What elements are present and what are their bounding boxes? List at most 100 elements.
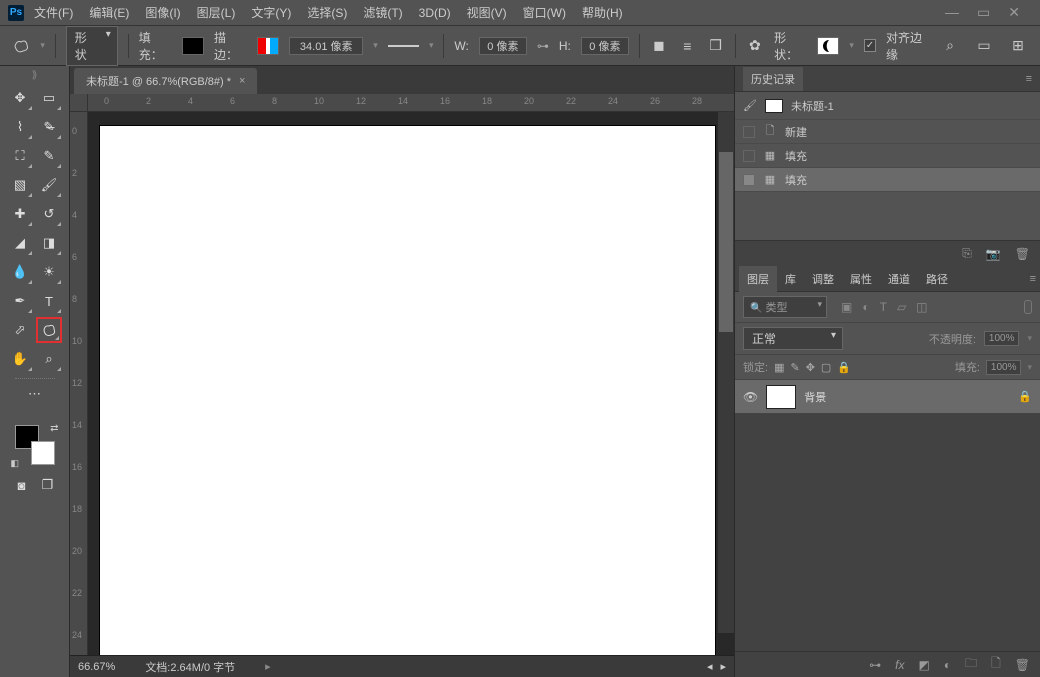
custom-shape-preview[interactable]: [817, 37, 839, 55]
visibility-icon[interactable]: 👁: [743, 390, 758, 404]
trash-icon[interactable]: 🗑: [1015, 247, 1030, 261]
path-op-icon[interactable]: ◼: [650, 36, 668, 56]
toolbox-expand-icon[interactable]: ⟫: [32, 70, 38, 81]
close-tab-icon[interactable]: ×: [239, 75, 245, 87]
share-icon[interactable]: ▭: [974, 36, 994, 56]
blend-mode-select[interactable]: 正常: [743, 327, 843, 350]
move-tool[interactable]: ✥: [7, 85, 33, 111]
lock-brush-icon[interactable]: ✎: [790, 361, 799, 374]
adjustment-layer-icon[interactable]: ◐: [944, 658, 951, 672]
tab-adjustments[interactable]: 调整: [804, 266, 842, 292]
menu-filter[interactable]: 滤镜(T): [357, 1, 408, 24]
menu-image[interactable]: 图像(I): [139, 1, 186, 24]
menu-select[interactable]: 选择(S): [301, 1, 353, 24]
dodge-tool[interactable]: ☀: [36, 259, 62, 285]
quickmask-icon[interactable]: ◙: [12, 475, 32, 495]
scroll-right-icon[interactable]: ▸: [720, 660, 726, 673]
tab-properties[interactable]: 属性: [842, 266, 880, 292]
menu-3d[interactable]: 3D(D): [413, 3, 457, 23]
menu-window[interactable]: 窗口(W): [517, 1, 572, 24]
lock-pixels-icon[interactable]: ▦: [774, 361, 784, 374]
new-layer-icon[interactable]: 🗋: [991, 654, 1001, 675]
healing-tool[interactable]: ✚: [7, 201, 33, 227]
delete-layer-icon[interactable]: 🗑: [1015, 658, 1030, 672]
frame-tool[interactable]: ▧: [7, 172, 33, 198]
scroll-left-icon[interactable]: ◂: [707, 660, 713, 673]
menu-view[interactable]: 视图(V): [461, 1, 513, 24]
type-tool[interactable]: T: [36, 288, 62, 314]
maximize-icon[interactable]: ▭: [977, 4, 990, 21]
history-step[interactable]: ▦ 填充: [735, 168, 1040, 192]
screenmode-icon[interactable]: ❐: [38, 475, 58, 495]
edit-toolbar[interactable]: ⋯: [22, 381, 48, 407]
layer-name[interactable]: 背景: [804, 389, 826, 405]
gradient-tool[interactable]: ◨: [36, 230, 62, 256]
ruler-origin[interactable]: [70, 94, 88, 112]
quick-select-tool[interactable]: ✎̶: [36, 114, 62, 140]
search-icon[interactable]: ⌕: [940, 36, 960, 56]
close-icon[interactable]: ✕: [1008, 4, 1020, 21]
filter-type-icon[interactable]: T: [880, 300, 887, 314]
doc-info[interactable]: 文档:2.64M/0 字节: [145, 659, 235, 675]
history-step[interactable]: 🗋 新建: [735, 120, 1040, 144]
hand-tool[interactable]: ✋: [7, 346, 33, 372]
menu-help[interactable]: 帮助(H): [576, 1, 629, 24]
marquee-tool[interactable]: ▭: [36, 85, 62, 111]
panel-menu-icon[interactable]: ≡: [1026, 73, 1032, 85]
eyedropper-tool[interactable]: ✎: [36, 143, 62, 169]
fill-opacity-value[interactable]: 100%: [986, 360, 1022, 375]
layer-filter-select[interactable]: 类型: [743, 296, 827, 318]
filter-shape-icon[interactable]: ▱: [897, 300, 906, 314]
group-icon[interactable]: 🗀: [965, 654, 977, 675]
lock-all-icon[interactable]: 🔒: [837, 361, 851, 374]
pen-tool[interactable]: ✒: [7, 288, 33, 314]
history-document-row[interactable]: 🖌 未标题-1: [735, 92, 1040, 120]
swap-colors-icon[interactable]: ⇄: [50, 423, 58, 434]
minimize-icon[interactable]: —: [945, 4, 959, 21]
stroke-width-input[interactable]: [289, 37, 363, 55]
height-input[interactable]: [581, 37, 629, 55]
vertical-scrollbar[interactable]: [718, 112, 734, 633]
arrange-icon[interactable]: ❒: [706, 36, 724, 56]
tab-channels[interactable]: 通道: [880, 266, 918, 292]
history-step[interactable]: ▦ 填充: [735, 144, 1040, 168]
canvas[interactable]: [100, 126, 715, 655]
camera-icon[interactable]: 📷: [986, 247, 1001, 261]
opacity-value[interactable]: 100%: [984, 331, 1020, 346]
default-colors-icon[interactable]: ◧: [11, 458, 20, 469]
horizontal-ruler[interactable]: 024681012141618202224262830: [88, 94, 734, 112]
link-layers-icon[interactable]: ⊶: [869, 658, 881, 672]
filter-adjust-icon[interactable]: ◐: [862, 300, 869, 314]
lasso-tool[interactable]: ⌇: [7, 114, 33, 140]
layer-thumb[interactable]: [766, 385, 796, 409]
menu-layer[interactable]: 图层(L): [191, 1, 242, 24]
history-brush-tool[interactable]: ↺: [36, 201, 62, 227]
align-edges-checkbox[interactable]: ✓: [864, 39, 876, 52]
tab-layers[interactable]: 图层: [739, 266, 777, 292]
menu-file[interactable]: 文件(F): [28, 1, 79, 24]
tab-libraries[interactable]: 库: [777, 266, 804, 292]
tab-paths[interactable]: 路径: [918, 266, 956, 292]
layer-row[interactable]: 👁 背景 🔒: [735, 380, 1040, 414]
new-snapshot-icon[interactable]: ⎘: [962, 246, 972, 261]
lock-position-icon[interactable]: ✥: [806, 361, 815, 374]
width-input[interactable]: [479, 37, 527, 55]
crop-tool[interactable]: ⛶: [7, 143, 33, 169]
gear-icon[interactable]: ✿: [746, 36, 764, 56]
menu-edit[interactable]: 编辑(E): [83, 1, 135, 24]
zoom-level[interactable]: 66.67%: [78, 661, 115, 673]
panel-menu-icon[interactable]: ≡: [1030, 273, 1036, 285]
fx-icon[interactable]: fx: [895, 658, 904, 672]
lock-artboard-icon[interactable]: ▢: [821, 361, 831, 374]
brush-tool[interactable]: 🖌: [36, 172, 62, 198]
history-tab[interactable]: 历史记录: [743, 67, 803, 91]
custom-shape-tool[interactable]: [36, 317, 62, 343]
workspace-icon[interactable]: ⊞: [1008, 36, 1028, 56]
filter-toggle[interactable]: [1024, 300, 1032, 314]
menu-type[interactable]: 文字(Y): [245, 1, 297, 24]
stroke-swatch[interactable]: [257, 37, 279, 55]
color-swatches[interactable]: ⇄ ◧: [15, 425, 55, 465]
background-color[interactable]: [31, 441, 55, 465]
fill-swatch[interactable]: [182, 37, 204, 55]
blur-tool[interactable]: 💧: [7, 259, 33, 285]
